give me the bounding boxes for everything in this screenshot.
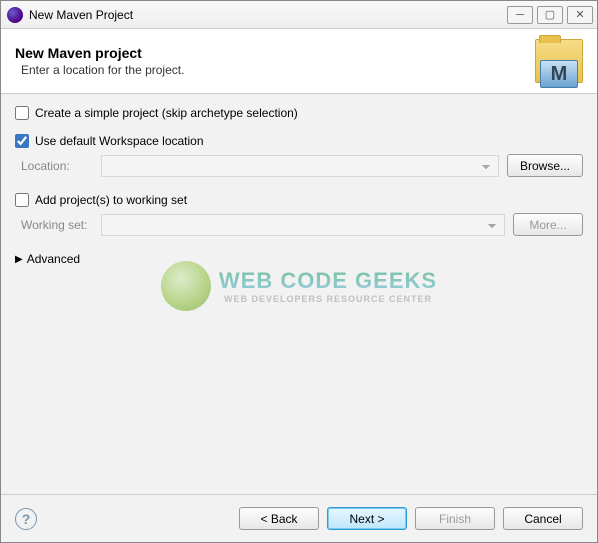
advanced-toggle[interactable]: ▶ Advanced	[15, 252, 583, 266]
window-title: New Maven Project	[29, 8, 133, 22]
maven-folder-icon: M	[535, 39, 583, 83]
close-button[interactable]: ✕	[567, 6, 593, 24]
dialog-body: Create a simple project (skip archetype …	[1, 94, 597, 494]
eclipse-icon	[7, 7, 23, 23]
working-set-checkbox[interactable]	[15, 193, 29, 207]
chevron-right-icon: ▶	[15, 254, 23, 265]
browse-button[interactable]: Browse...	[507, 154, 583, 177]
use-default-text: Use default Workspace location	[35, 134, 204, 148]
location-label: Location:	[21, 159, 93, 173]
location-combo[interactable]	[101, 155, 499, 177]
page-subtitle: Enter a location for the project.	[21, 63, 535, 77]
maven-m-icon: M	[540, 60, 578, 88]
finish-button[interactable]: Finish	[415, 507, 495, 530]
dialog-header: New Maven project Enter a location for t…	[1, 29, 597, 94]
use-default-checkbox[interactable]	[15, 134, 29, 148]
next-button[interactable]: Next >	[327, 507, 407, 530]
simple-project-checkbox[interactable]	[15, 106, 29, 120]
working-set-combo[interactable]	[101, 214, 505, 236]
watermark: WEB CODE GEEKS WEB DEVELOPERS RESOURCE C…	[161, 261, 437, 311]
maximize-button[interactable]: ▢	[537, 6, 563, 24]
watermark-subtitle: WEB DEVELOPERS RESOURCE CENTER	[219, 294, 437, 304]
cancel-button[interactable]: Cancel	[503, 507, 583, 530]
simple-project-checkbox-label[interactable]: Create a simple project (skip archetype …	[15, 106, 298, 120]
use-default-checkbox-label[interactable]: Use default Workspace location	[15, 134, 204, 148]
back-button[interactable]: < Back	[239, 507, 319, 530]
dialog-window: New Maven Project ─ ▢ ✕ New Maven projec…	[0, 0, 598, 543]
page-title: New Maven project	[15, 45, 535, 61]
minimize-button[interactable]: ─	[507, 6, 533, 24]
help-icon[interactable]: ?	[15, 508, 37, 530]
dialog-footer: ? < Back Next > Finish Cancel	[1, 494, 597, 542]
globe-icon	[161, 261, 211, 311]
simple-project-text: Create a simple project (skip archetype …	[35, 106, 298, 120]
working-set-checkbox-text: Add project(s) to working set	[35, 193, 187, 207]
advanced-label: Advanced	[27, 252, 80, 266]
more-button[interactable]: More...	[513, 213, 583, 236]
title-bar: New Maven Project ─ ▢ ✕	[1, 1, 597, 29]
working-set-checkbox-label[interactable]: Add project(s) to working set	[15, 193, 187, 207]
working-set-label: Working set:	[21, 218, 93, 232]
watermark-title: WEB CODE GEEKS	[219, 268, 437, 294]
